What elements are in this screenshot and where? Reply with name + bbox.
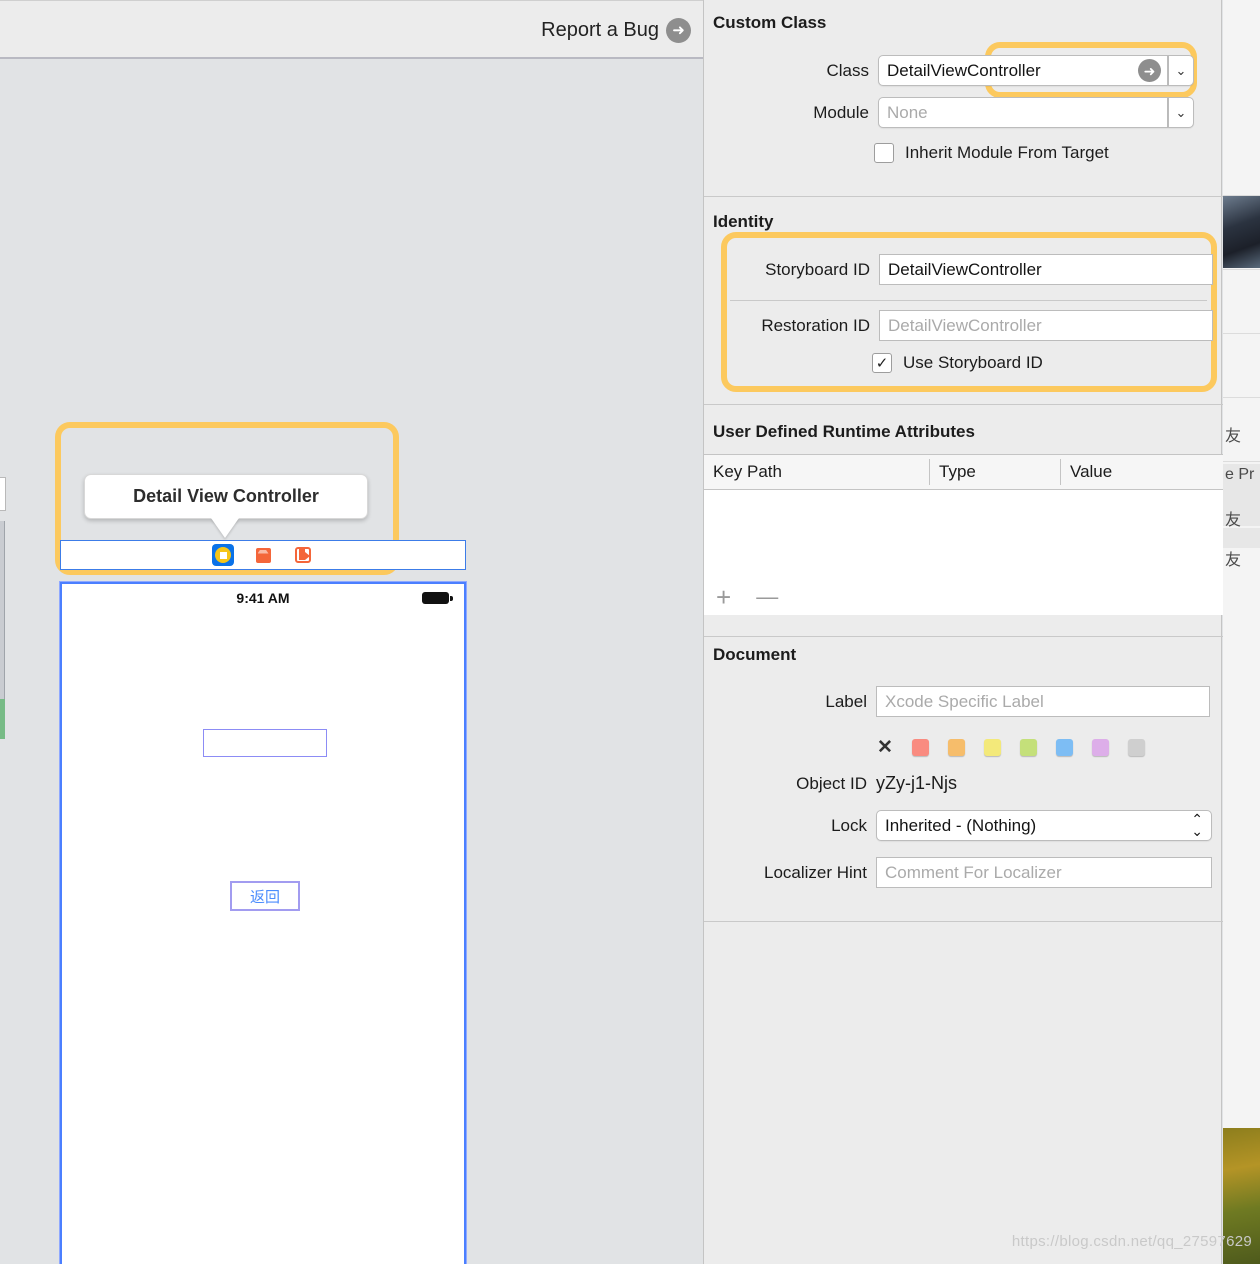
- identity-inspector[interactable]: Custom Class Class DetailViewController …: [703, 0, 1223, 1264]
- adjacent-scene-dock-sliver: [0, 477, 6, 511]
- scene-tooltip-label: Detail View Controller: [133, 486, 319, 506]
- identity-section: Identity Storyboard ID DetailViewControl…: [704, 197, 1223, 405]
- status-bar-time: 9:41 AM: [236, 590, 290, 606]
- strip-text-0: 友: [1225, 428, 1242, 445]
- runtime-attributes-title: User Defined Runtime Attributes: [713, 422, 975, 441]
- inherit-module-checkbox-row[interactable]: Inherit Module From Target: [874, 143, 1109, 163]
- class-field-label: Class: [826, 60, 869, 80]
- document-section: Document Label Xcode Specific Label ✕ Ob…: [704, 637, 1223, 922]
- inherit-module-label: Inherit Module From Target: [905, 143, 1109, 162]
- use-storyboard-id-checkbox[interactable]: ✓: [872, 353, 892, 373]
- localizer-hint-placeholder: Comment For Localizer: [885, 862, 1062, 882]
- color-swatch-purple[interactable]: [1091, 739, 1109, 756]
- chevron-up-down-icon: ⌃ ⌄: [1191, 811, 1203, 839]
- localizer-hint-input[interactable]: Comment For Localizer: [876, 857, 1212, 888]
- first-responder-icon[interactable]: [252, 544, 274, 566]
- module-input[interactable]: None: [878, 97, 1168, 128]
- strip-text-3: 友: [1225, 552, 1242, 569]
- background-window-strip: 友 e Pr 友 友: [1223, 0, 1260, 1264]
- localizer-hint-label: Localizer Hint: [764, 862, 867, 882]
- storyboard-id-label: Storyboard ID: [765, 259, 870, 279]
- report-a-bug-button[interactable]: Report a Bug ➜: [541, 18, 691, 43]
- restoration-id-label: Restoration ID: [761, 315, 870, 335]
- report-a-bug-label: Report a Bug: [541, 19, 659, 41]
- color-swatch-gray[interactable]: [1127, 739, 1145, 756]
- object-id-value: yZy-j1-Njs: [876, 773, 957, 793]
- object-id-label: Object ID: [796, 773, 867, 793]
- document-color-swatches[interactable]: ✕: [877, 736, 1145, 759]
- inherit-module-checkbox[interactable]: [874, 143, 894, 163]
- lock-label: Lock: [831, 815, 867, 835]
- column-key-path[interactable]: Key Path: [704, 462, 929, 482]
- use-storyboard-id-label: Use Storyboard ID: [903, 353, 1043, 372]
- adjacent-scene-phone-sliver: [0, 521, 5, 701]
- background-photo-thumbnail-top: [1223, 196, 1260, 268]
- scene-tooltip: Detail View Controller: [84, 474, 368, 519]
- storyboard-id-value: DetailViewController: [888, 259, 1042, 279]
- column-type[interactable]: Type: [930, 462, 1060, 482]
- module-input-placeholder: None: [887, 102, 928, 122]
- status-bar: 9:41 AM: [62, 584, 464, 612]
- adjacent-scene-green-sliver: [0, 699, 5, 739]
- runtime-attributes-table-header: Key Path Type Value: [704, 454, 1223, 490]
- color-swatch-green[interactable]: [1019, 739, 1037, 756]
- color-swatch-yellow[interactable]: [983, 739, 1001, 756]
- arrow-right-circle-icon[interactable]: ➜: [666, 18, 691, 43]
- document-label-placeholder: Xcode Specific Label: [885, 691, 1044, 711]
- document-label-input[interactable]: Xcode Specific Label: [876, 686, 1210, 717]
- custom-class-title: Custom Class: [713, 13, 827, 32]
- add-attribute-button[interactable]: +: [716, 584, 731, 610]
- runtime-attributes-table-body[interactable]: + —: [704, 490, 1223, 615]
- back-button[interactable]: 返回: [230, 881, 300, 911]
- storyboard-id-input[interactable]: DetailViewController: [879, 254, 1213, 285]
- background-photo-thumbnail-bottom: [1223, 1128, 1260, 1264]
- back-button-label: 返回: [249, 888, 280, 906]
- class-input-value: DetailViewController: [887, 60, 1041, 80]
- custom-class-section: Custom Class Class DetailViewController …: [704, 0, 1223, 197]
- view-controller-icon[interactable]: [212, 544, 234, 566]
- strip-text-2: 友: [1225, 512, 1242, 529]
- checkmark-icon: ✓: [875, 355, 889, 372]
- module-field-label: Module: [813, 102, 869, 122]
- color-swatch-red[interactable]: [911, 739, 929, 756]
- module-dropdown-chevron-down-icon[interactable]: ⌄: [1168, 97, 1194, 128]
- column-value[interactable]: Value: [1061, 462, 1223, 482]
- class-jump-arrow-icon[interactable]: ➜: [1138, 59, 1161, 82]
- color-swatch-blue[interactable]: [1055, 739, 1073, 756]
- remove-attribute-button[interactable]: —: [756, 586, 778, 608]
- restoration-id-input[interactable]: DetailViewController: [879, 310, 1213, 341]
- use-storyboard-id-checkbox-row[interactable]: ✓ Use Storyboard ID: [872, 353, 1043, 373]
- exit-icon[interactable]: [292, 544, 314, 566]
- class-input[interactable]: DetailViewController: [878, 55, 1168, 86]
- text-field[interactable]: [203, 729, 327, 757]
- battery-full-icon: [422, 592, 453, 604]
- clear-color-icon[interactable]: ✕: [877, 736, 893, 759]
- lock-select[interactable]: Inherited - (Nothing) ⌃ ⌄: [876, 810, 1212, 841]
- view-controller-scene[interactable]: 9:41 AM 返回: [59, 581, 467, 1264]
- color-swatch-orange[interactable]: [947, 739, 965, 756]
- class-dropdown-chevron-down-icon[interactable]: ⌄: [1168, 55, 1194, 86]
- scene-tooltip-tail: [211, 518, 239, 538]
- scene-dock[interactable]: [60, 540, 466, 570]
- storyboard-canvas[interactable]: Detail View Controller 9:41 AM 返回: [0, 59, 703, 1264]
- document-title: Document: [713, 645, 797, 664]
- document-label-label: Label: [825, 691, 867, 711]
- strip-text-1: e Pr: [1225, 466, 1255, 483]
- runtime-attributes-section: User Defined Runtime Attributes Key Path…: [704, 411, 1223, 637]
- restoration-id-placeholder: DetailViewController: [888, 315, 1042, 335]
- lock-select-value: Inherited - (Nothing): [885, 815, 1037, 835]
- identity-title: Identity: [713, 212, 774, 231]
- top-toolbar: Report a Bug ➜: [0, 0, 703, 59]
